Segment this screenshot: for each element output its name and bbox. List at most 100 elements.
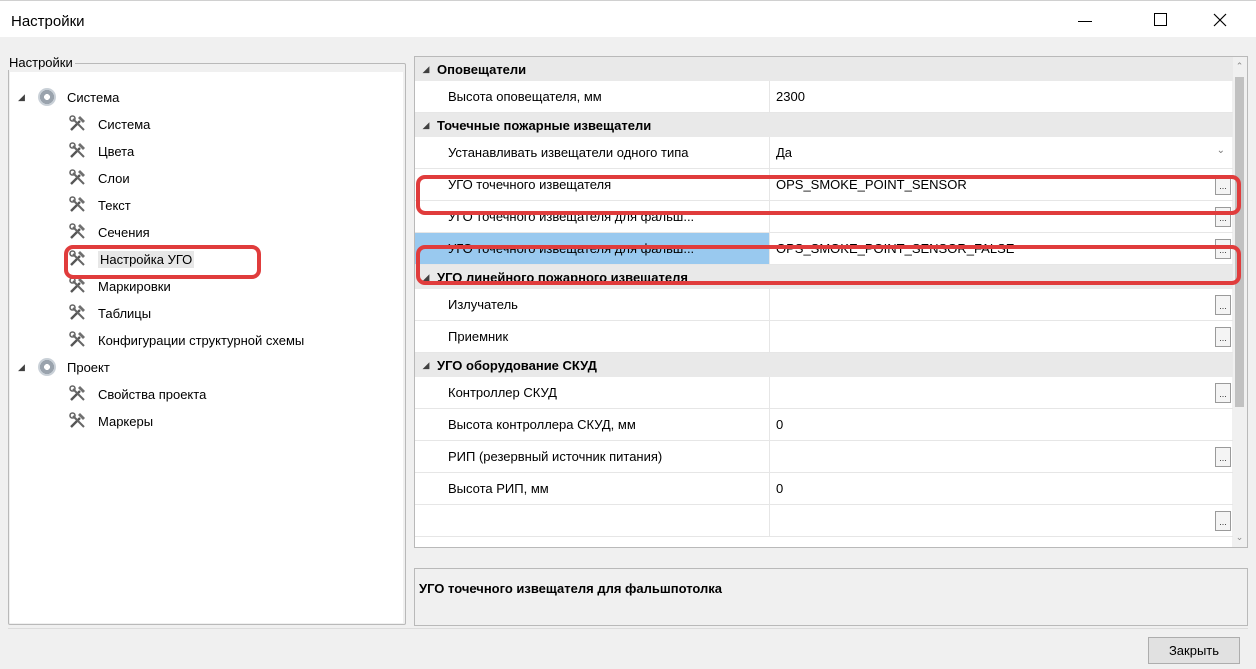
tools-icon [68, 304, 88, 322]
tree-item-label: Маркировки [98, 278, 171, 294]
ellipsis-button[interactable]: ... [1215, 447, 1231, 467]
property-value[interactable]: 2300 [770, 81, 1233, 112]
property-category[interactable]: ◢ Точечные пожарные извещатели [415, 113, 1233, 137]
collapse-arrow-icon[interactable]: ◢ [415, 64, 437, 75]
property-value[interactable]: ... [770, 377, 1233, 408]
tree-item[interactable]: Текст [68, 194, 131, 216]
tree-item-label: Проект [67, 359, 110, 375]
property-value[interactable]: ... [770, 441, 1233, 472]
tree-item[interactable]: Система [68, 113, 150, 135]
gear-icon [38, 358, 56, 376]
tree-item[interactable]: ◢ Система [18, 86, 119, 108]
tree-item[interactable]: ◢ Проект [18, 356, 110, 378]
property-row[interactable]: Контроллер СКУД... [415, 377, 1233, 409]
tools-icon [68, 250, 88, 268]
property-row[interactable]: Высота оповещателя, мм 2300 [415, 81, 1233, 113]
ellipsis-button[interactable]: ... [1215, 383, 1231, 403]
property-value[interactable]: 0 [770, 473, 1233, 504]
collapse-arrow-icon[interactable]: ◢ [415, 272, 437, 283]
maximize-icon [1153, 13, 1167, 26]
maximize-button[interactable] [1137, 1, 1183, 38]
collapse-arrow-icon[interactable]: ◢ [415, 120, 437, 131]
property-name: Излучатель [415, 289, 770, 320]
expand-arrow-icon[interactable]: ◢ [18, 92, 28, 103]
tree-item[interactable]: Цвета [68, 140, 134, 162]
property-grid-scrollbar[interactable]: ⌃ ⌄ [1232, 57, 1247, 547]
property-name: УГО точечного извещателя [415, 169, 770, 200]
tree-item-label: Слои [98, 170, 130, 186]
property-row[interactable]: РИП (резервный источник питания)... [415, 441, 1233, 473]
scroll-down-icon[interactable]: ⌄ [1232, 530, 1247, 545]
tree-item-label: Система [67, 89, 120, 105]
tree-item-label: Конфигурации структурной схемы [98, 332, 305, 348]
property-row[interactable]: Высота контроллера СКУД, мм 0 [415, 409, 1233, 441]
tools-icon [68, 196, 88, 214]
property-row[interactable]: ... [415, 505, 1233, 537]
expand-arrow-icon[interactable]: ◢ [18, 362, 28, 373]
tools-icon [68, 142, 88, 160]
property-name [415, 505, 770, 536]
tree-item[interactable]: Маркеры [68, 410, 153, 432]
tree-item[interactable]: Слои [68, 167, 130, 189]
property-value[interactable]: Да ⌄ [770, 137, 1233, 168]
tree-item-label: Система [98, 116, 151, 132]
property-value[interactable]: OPS_SMOKE_POINT_SENSOR_FALSE... [770, 233, 1233, 264]
close-button[interactable]: Закрыть [1148, 637, 1240, 664]
tree-item[interactable]: Настройка УГО [68, 248, 195, 270]
property-name: Высота РИП, мм [415, 473, 770, 504]
property-value[interactable]: ... [770, 505, 1233, 536]
property-row[interactable]: УГО точечного извещателя OPS_SMOKE_POINT_… [415, 169, 1233, 201]
property-category[interactable]: ◢ Оповещатели [415, 57, 1233, 81]
property-value-text: 2300 [776, 89, 805, 104]
tree-item[interactable]: Маркировки [68, 275, 171, 297]
settings-tree[interactable]: ◢ Система Система Цвета Слои Текст Сечения Наст… [10, 72, 403, 623]
ellipsis-button[interactable]: ... [1215, 239, 1231, 259]
property-name: Устанавливать извещатели одного типа [415, 137, 770, 168]
tree-item[interactable]: Таблицы [68, 302, 151, 324]
tree-item[interactable]: Свойства проекта [68, 383, 206, 405]
chevron-down-icon[interactable]: ⌄ [1217, 145, 1225, 156]
category-label: Оповещатели [437, 61, 527, 77]
property-row[interactable]: УГО точечного извещателя для фальш...... [415, 201, 1233, 233]
property-value-text: OPS_SMOKE_POINT_SENSOR_FALSE [776, 241, 1015, 256]
tools-icon [68, 223, 88, 241]
tree-item[interactable]: Конфигурации структурной схемы [68, 329, 304, 351]
property-name: Высота оповещателя, мм [415, 81, 770, 112]
ellipsis-button[interactable]: ... [1215, 511, 1231, 531]
ellipsis-button[interactable]: ... [1215, 175, 1231, 195]
scroll-up-icon[interactable]: ⌃ [1232, 59, 1247, 74]
minimize-button[interactable] [1062, 1, 1108, 38]
property-value[interactable]: ... [770, 201, 1233, 232]
tools-icon [68, 331, 88, 349]
property-value[interactable]: 0 [770, 409, 1233, 440]
ellipsis-button[interactable]: ... [1215, 295, 1231, 315]
close-window-button[interactable] [1197, 1, 1243, 38]
property-value[interactable]: OPS_SMOKE_POINT_SENSOR... [770, 169, 1233, 200]
tree-item-label: Цвета [98, 143, 135, 159]
settings-group-label: Настройки [7, 55, 75, 70]
footer-divider [8, 628, 1248, 629]
property-category[interactable]: ◢ УГО оборудование СКУД [415, 353, 1233, 377]
property-row[interactable]: Излучатель... [415, 289, 1233, 321]
property-value[interactable]: ... [770, 321, 1233, 352]
collapse-arrow-icon[interactable]: ◢ [415, 360, 437, 371]
property-row[interactable]: Высота РИП, мм 0 [415, 473, 1233, 505]
tools-icon [68, 412, 88, 430]
property-row[interactable]: УГО точечного извещателя для фальш... OPS… [415, 233, 1233, 265]
category-label: Точечные пожарные извещатели [437, 117, 652, 133]
category-label: УГО линейного пожарного извещателя [437, 269, 688, 285]
property-name: РИП (резервный источник питания) [415, 441, 770, 472]
ellipsis-button[interactable]: ... [1215, 327, 1231, 347]
property-name: УГО точечного извещателя для фальш... [415, 233, 770, 264]
scroll-thumb[interactable] [1235, 77, 1244, 407]
property-value[interactable]: ... [770, 289, 1233, 320]
property-row[interactable]: Приемник... [415, 321, 1233, 353]
gear-icon [38, 88, 56, 106]
tools-icon [68, 385, 88, 403]
category-label: УГО оборудование СКУД [437, 357, 597, 373]
property-row[interactable]: Устанавливать извещатели одного типа Да ⌄ [415, 137, 1233, 169]
property-grid[interactable]: ⌃ ⌄ ◢ Оповещатели Высота оповещателя, мм 23… [414, 56, 1248, 548]
ellipsis-button[interactable]: ... [1215, 207, 1231, 227]
property-category[interactable]: ◢ УГО линейного пожарного извещателя [415, 265, 1233, 289]
tree-item[interactable]: Сечения [68, 221, 150, 243]
